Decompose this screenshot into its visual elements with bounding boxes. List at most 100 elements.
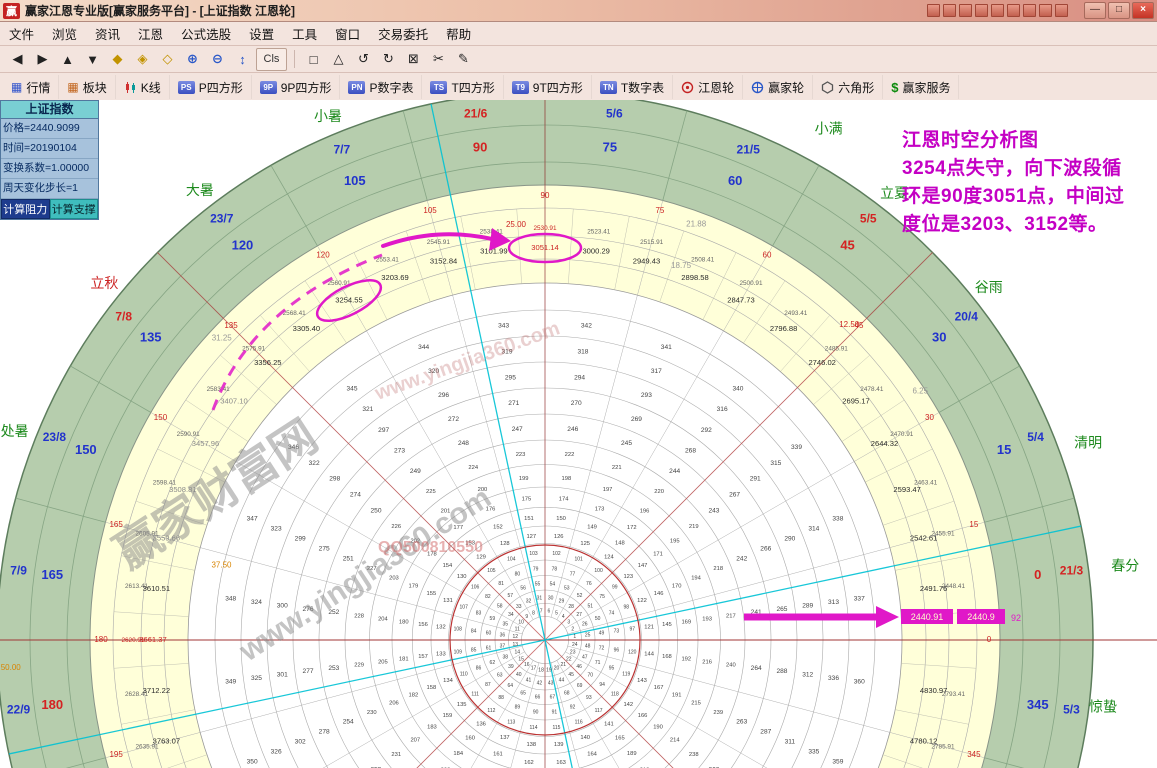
svg-text:78: 78 [552, 567, 558, 573]
svg-text:313: 313 [828, 599, 839, 606]
svg-text:143: 143 [637, 678, 647, 684]
svg-text:85: 85 [471, 647, 477, 653]
svg-text:22/9: 22/9 [7, 702, 31, 716]
svg-text:处暑: 处暑 [1, 423, 29, 439]
quick-button[interactable] [959, 4, 972, 17]
svg-text:152: 152 [493, 524, 503, 530]
tool-quotes[interactable]: ▦ 行情 [3, 75, 59, 99]
back-icon[interactable]: ◀ [6, 48, 29, 71]
menu-item-trade[interactable]: 交易委托 [369, 24, 437, 43]
menu-item-settings[interactable]: 设置 [240, 24, 283, 43]
svg-text:7: 7 [540, 608, 543, 614]
tool-label: 赢家服务 [902, 79, 950, 96]
menu-item-gann[interactable]: 江恩 [129, 24, 172, 43]
tool-hexagon[interactable]: 六角形 [813, 75, 883, 99]
svg-text:103: 103 [529, 551, 538, 557]
svg-text:44: 44 [559, 678, 565, 684]
quick-button[interactable] [1007, 4, 1020, 17]
zoom-in-icon[interactable]: ⊕ [181, 48, 204, 71]
maximize-button[interactable]: □ [1108, 2, 1130, 19]
grid-box-icon[interactable]: ⊠ [402, 48, 425, 71]
svg-text:21/3: 21/3 [1060, 564, 1084, 578]
tool-gann-wheel[interactable]: 江恩轮 [673, 75, 743, 99]
svg-text:67: 67 [550, 695, 556, 701]
kline-icon [124, 81, 137, 94]
menu-item-help[interactable]: 帮助 [437, 24, 480, 43]
calc-resistance-button[interactable]: 计算阻力 [1, 199, 50, 219]
menu-item-browse[interactable]: 浏览 [43, 24, 86, 43]
svg-text:360: 360 [854, 678, 865, 685]
zoom-out-icon[interactable]: ⊖ [206, 48, 229, 71]
quick-button[interactable] [927, 4, 940, 17]
tool-9t-square[interactable]: T9 9T四方形 [504, 75, 592, 99]
svg-text:113: 113 [507, 719, 515, 725]
svg-text:165: 165 [41, 567, 63, 582]
quick-button[interactable] [943, 4, 956, 17]
svg-text:2523.41: 2523.41 [587, 229, 611, 236]
trend-up-icon[interactable]: ▲ [56, 48, 79, 71]
close-button[interactable]: × [1132, 2, 1154, 19]
svg-text:7/9: 7/9 [10, 564, 27, 578]
svg-text:245: 245 [621, 440, 632, 447]
svg-text:14: 14 [515, 649, 521, 655]
triangle-tool-icon[interactable]: △ [327, 48, 350, 71]
minimize-button[interactable]: — [1084, 2, 1106, 19]
svg-text:3661.37: 3661.37 [139, 635, 166, 644]
tool-t-square[interactable]: TS T四方形 [422, 75, 503, 99]
svg-text:25.00: 25.00 [506, 220, 527, 229]
svg-text:218: 218 [713, 566, 723, 572]
quick-button[interactable] [991, 4, 1004, 17]
calc-support-button[interactable]: 计算支撑 [50, 199, 99, 219]
svg-text:132: 132 [436, 624, 446, 630]
tool-label: T数字表 [621, 79, 664, 96]
tool-p-square[interactable]: PS P四方形 [170, 75, 252, 99]
cls-button[interactable]: Cls [256, 48, 287, 71]
svg-text:225: 225 [426, 489, 436, 495]
svg-text:230: 230 [367, 710, 377, 716]
svg-text:3712.22: 3712.22 [143, 686, 170, 695]
svg-text:199: 199 [519, 476, 529, 482]
tool-kline[interactable]: K线 [116, 75, 170, 99]
tool-winner-wheel[interactable]: 赢家轮 [743, 75, 813, 99]
quick-button[interactable] [1039, 4, 1052, 17]
menu-item-file[interactable]: 文件 [0, 24, 43, 43]
rect-tool-icon[interactable]: □ [302, 48, 325, 71]
rotate-ccw-icon[interactable]: ↺ [352, 48, 375, 71]
scale-icon[interactable]: ↕ [231, 48, 254, 71]
diamond-solid-icon[interactable]: ◆ [106, 48, 129, 71]
svg-text:37.50: 37.50 [211, 560, 232, 569]
draw-icon[interactable]: ✎ [452, 48, 475, 71]
svg-text:345: 345 [967, 750, 981, 759]
quick-button[interactable] [975, 4, 988, 17]
tool-9p-square[interactable]: 9P 9P四方形 [252, 75, 341, 99]
quick-button[interactable] [1023, 4, 1036, 17]
rotate-cw-icon[interactable]: ↻ [377, 48, 400, 71]
svg-text:151: 151 [524, 516, 534, 522]
svg-text:105: 105 [344, 173, 366, 188]
svg-text:214: 214 [670, 738, 680, 744]
svg-text:2478.41: 2478.41 [860, 386, 884, 393]
forward-icon[interactable]: ▶ [31, 48, 54, 71]
tool-t-table[interactable]: TN T数字表 [592, 75, 673, 99]
menu-item-window[interactable]: 窗口 [326, 24, 369, 43]
tool-winner-service[interactable]: $ 赢家服务 [883, 75, 959, 99]
svg-text:33: 33 [516, 604, 522, 610]
diamond-half-icon[interactable]: ◈ [131, 48, 154, 71]
menu-item-formula-stock[interactable]: 公式选股 [172, 24, 240, 43]
svg-text:118: 118 [611, 692, 619, 698]
t9-badge-icon: T9 [512, 81, 529, 94]
menu-item-news[interactable]: 资讯 [86, 24, 129, 43]
tool-p-table[interactable]: PN P数字表 [340, 75, 422, 99]
svg-text:2515.91: 2515.91 [640, 239, 664, 246]
svg-text:3: 3 [567, 620, 570, 626]
trend-down-icon[interactable]: ▼ [81, 48, 104, 71]
tool-sectors[interactable]: ▦ 板块 [59, 75, 115, 99]
quick-button[interactable] [1055, 4, 1068, 17]
svg-text:146: 146 [654, 591, 664, 597]
svg-text:160: 160 [465, 736, 475, 742]
svg-text:135: 135 [224, 321, 238, 330]
diamond-open-icon[interactable]: ◇ [156, 48, 179, 71]
svg-text:323: 323 [271, 526, 282, 533]
menu-item-tools[interactable]: 工具 [283, 24, 326, 43]
cut-icon[interactable]: ✂ [427, 48, 450, 71]
